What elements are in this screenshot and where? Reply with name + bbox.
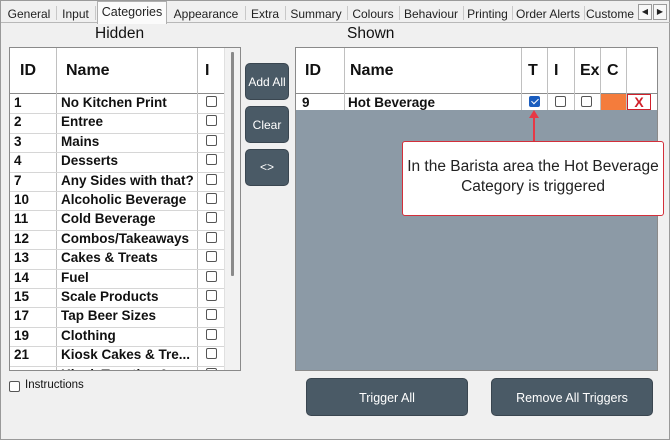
hidden-row-id: 15: [14, 289, 30, 304]
tab-behaviour[interactable]: Behaviour: [400, 3, 462, 23]
shown-col-i[interactable]: I: [554, 62, 558, 80]
shown-col-ex[interactable]: Ex: [580, 62, 600, 80]
hidden-row-id: 7: [14, 172, 22, 188]
trigger-checkbox[interactable]: [529, 96, 540, 107]
hidden-i-checkbox[interactable]: [206, 367, 217, 370]
hidden-i-checkbox[interactable]: [206, 328, 217, 340]
hidden-i-checkbox[interactable]: [206, 134, 217, 146]
hidden-col-name[interactable]: Name: [66, 62, 110, 80]
hidden-row-id: 11: [14, 211, 29, 227]
hidden-i-checkbox[interactable]: [206, 309, 217, 321]
hidden-i-checkbox[interactable]: [206, 193, 217, 204]
ex-checkbox[interactable]: [581, 96, 592, 107]
hidden-row-name: Scale Products: [61, 289, 159, 304]
shown-col-c[interactable]: C: [607, 62, 619, 80]
instructions-checkbox[interactable]: [9, 381, 20, 392]
hidden-i-checkbox[interactable]: [206, 290, 217, 301]
hidden-i-checkbox[interactable]: [206, 251, 217, 263]
column-divider: [344, 48, 345, 110]
tab-scroll-left-icon[interactable]: ◀: [638, 4, 652, 20]
hidden-i-checkbox[interactable]: [206, 212, 217, 224]
tab-extra[interactable]: Extra: [246, 3, 284, 23]
tab-printing[interactable]: Printing: [464, 3, 511, 23]
hidden-row-name: Kiosk Toasties &...: [61, 367, 195, 370]
hidden-row-name: Entree: [61, 114, 104, 130]
clear-button[interactable]: Clear: [245, 106, 289, 143]
tab-order-alerts[interactable]: Order Alerts: [513, 3, 583, 23]
shown-row-name: Hot Beverage: [348, 95, 436, 110]
tab-scroll-right-icon[interactable]: ▶: [653, 4, 667, 20]
hidden-row-name: Mains: [61, 133, 100, 149]
hidden-i-checkbox[interactable]: [206, 96, 217, 107]
hidden-row-name: Any Sides with that?: [61, 172, 194, 188]
hidden-row-name: No Kitchen Print: [61, 95, 167, 110]
hidden-row-id: 14: [14, 269, 30, 285]
hidden-row-name: Cold Beverage: [61, 211, 156, 227]
hidden-row-name: Alcoholic Beverage: [61, 192, 187, 207]
hidden-row-name: Combos/Takeaways: [61, 230, 190, 246]
tab-categories[interactable]: Categories: [97, 1, 167, 24]
hidden-i-checkbox[interactable]: [206, 154, 217, 166]
tab-colours[interactable]: Colours: [348, 3, 398, 23]
shown-col-t[interactable]: T: [528, 62, 538, 80]
shown-row-id: 9: [302, 95, 310, 110]
hidden-heading: Hidden: [95, 25, 145, 42]
hidden-row-id: 13: [14, 250, 30, 266]
hidden-row-id: 2: [14, 114, 22, 130]
remove-all-triggers-button[interactable]: Remove All Triggers: [491, 378, 653, 416]
shown-col-id[interactable]: ID: [305, 62, 321, 80]
hidden-scrollbar-thumb[interactable]: [231, 52, 234, 276]
hidden-row-id: 19: [14, 327, 30, 343]
hidden-categories-grid[interactable]: ID Name I 1 No Kitchen Print 2 Entree 3 Mains…: [9, 47, 241, 371]
category-color-swatch[interactable]: [601, 94, 626, 110]
add-all-button[interactable]: Add All: [245, 63, 289, 100]
hidden-i-checkbox[interactable]: [206, 348, 217, 360]
tab-input[interactable]: Input: [57, 3, 94, 23]
annotation-callout: In the Barista area the Hot Beverage Cat…: [402, 141, 664, 216]
hidden-row-name: Desserts: [61, 153, 119, 169]
hidden-i-checkbox[interactable]: [206, 231, 217, 243]
column-divider: [521, 48, 522, 110]
tab-customer[interactable]: Custome: [585, 3, 637, 23]
hidden-row-id: 1: [14, 95, 22, 110]
swap-button[interactable]: <>: [245, 149, 289, 186]
column-divider: [547, 48, 548, 110]
shown-col-name[interactable]: Name: [350, 62, 394, 80]
tab-appearance[interactable]: Appearance: [168, 3, 244, 23]
hidden-i-checkbox[interactable]: [206, 270, 217, 282]
hidden-row-id: 12: [14, 230, 30, 246]
hidden-row-id: 10: [14, 192, 30, 207]
hidden-row-id: 3: [14, 133, 22, 149]
hidden-row-name: Clothing: [61, 327, 116, 343]
header-divider: [10, 93, 232, 94]
hidden-row-name: Fuel: [61, 269, 89, 285]
hidden-col-i[interactable]: I: [205, 62, 209, 80]
hidden-i-checkbox[interactable]: [206, 173, 217, 185]
hidden-col-id[interactable]: ID: [20, 62, 36, 80]
remove-row-icon[interactable]: X: [627, 94, 651, 110]
hidden-row-name: Kiosk Cakes & Tre...: [61, 347, 191, 363]
trigger-all-button[interactable]: Trigger All: [306, 378, 468, 416]
hidden-row-name: Tap Beer Sizes: [61, 308, 157, 324]
shown-heading: Shown: [347, 25, 395, 42]
tab-bar: General Input Categories Appearance Extr…: [1, 1, 670, 24]
hidden-row-name: Cakes & Treats: [61, 250, 158, 266]
hidden-row-id: 17: [14, 308, 30, 324]
hidden-row-id: 4: [14, 153, 22, 169]
column-divider: [574, 48, 575, 110]
tab-summary[interactable]: Summary: [286, 3, 346, 23]
shown-i-checkbox[interactable]: [555, 96, 566, 107]
tab-separator: [95, 6, 96, 20]
instructions-label: Instructions: [25, 379, 84, 391]
hidden-row-id: 21: [14, 347, 30, 363]
hidden-i-checkbox[interactable]: [206, 115, 217, 127]
tab-general[interactable]: General: [3, 3, 55, 23]
